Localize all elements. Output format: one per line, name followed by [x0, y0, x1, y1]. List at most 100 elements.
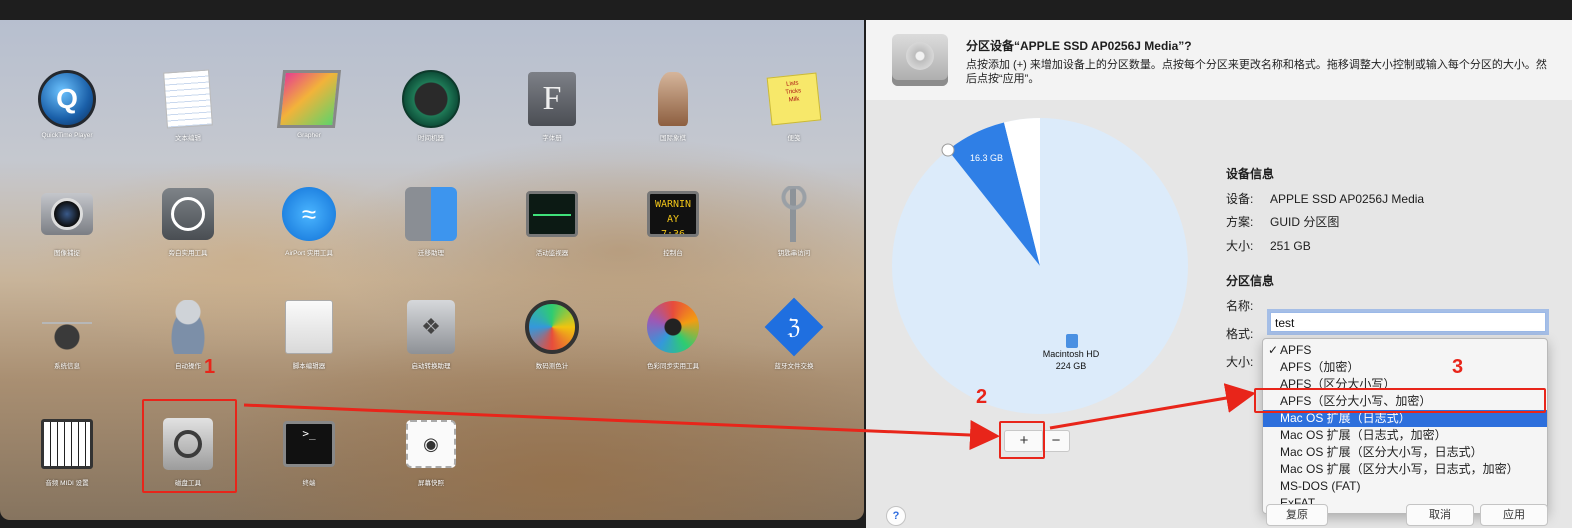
system-information-icon	[38, 298, 96, 356]
scheme-row: 方案: GUID 分区图	[1226, 213, 1339, 230]
sheet-header: 分区设备“APPLE SSD AP0256J Media”? 点按添加 (+) …	[866, 20, 1572, 100]
resize-handle[interactable]	[941, 143, 955, 157]
chess-icon	[644, 70, 702, 128]
app-grapher[interactable]: Grapher	[254, 70, 364, 139]
format-option[interactable]: APFS（加密）	[1263, 359, 1547, 376]
stickies-icon: Lists Tricks Milk	[765, 70, 823, 128]
app-font-book[interactable]: F 字体册	[497, 70, 607, 142]
device-size-value: 251 GB	[1270, 239, 1311, 253]
app-stickies[interactable]: Lists Tricks Milk 便笺	[739, 70, 849, 142]
disk-utility-highlight-box	[142, 399, 237, 493]
device-size-key: 大小:	[1226, 239, 1254, 253]
format-option[interactable]: Mac OS 扩展（区分大小写，日志式，加密）	[1263, 461, 1547, 478]
app-time-machine[interactable]: 时间机器	[376, 70, 486, 142]
textedit-icon	[159, 69, 217, 129]
time-machine-icon	[402, 70, 460, 128]
remove-partition-button[interactable]: −	[1042, 430, 1070, 452]
format-option-label: Mac OS 扩展（区分大小写，日志式，加密）	[1280, 462, 1519, 476]
activity-monitor-icon	[523, 185, 581, 243]
digital-color-meter-icon	[523, 298, 581, 356]
app-automator[interactable]: 自动操作	[133, 298, 243, 370]
app-label: QuickTime Player	[41, 132, 93, 139]
app-chess[interactable]: 国际象棋	[618, 70, 728, 142]
app-activity-monitor[interactable]: 活动监视器	[497, 185, 607, 257]
partition-pie-chart[interactable]	[890, 116, 1190, 416]
app-label: 迁移助理	[418, 250, 444, 257]
format-option-label: Mac OS 扩展（日志式）	[1280, 411, 1411, 425]
device-key: 设备:	[1226, 192, 1254, 206]
app-console[interactable]: WARNIN AY 7:36 控制台	[618, 185, 728, 257]
app-colorsync[interactable]: 色彩同步实用工具	[618, 298, 728, 370]
format-dropdown-menu[interactable]: ✓ APFS APFS（加密） APFS（区分大小写） APFS（区分大小写、加密） Ma…	[1262, 338, 1548, 514]
voiceover-icon	[159, 185, 217, 243]
revert-button[interactable]: 复原	[1266, 504, 1328, 526]
app-audio-midi[interactable]: 音频 MIDI 设置	[12, 415, 122, 487]
partition-sheet: 分区设备“APPLE SSD AP0256J Media”? 点按添加 (+) …	[866, 20, 1572, 528]
app-label: 终端	[302, 480, 316, 487]
launchpad-grid: Q QuickTime Player 文本编辑 Grapher 时间机器 F 字体册 国际象棋…	[0, 20, 864, 520]
apply-button[interactable]: 应用	[1480, 504, 1548, 526]
format-option[interactable]: MS-DOS (FAT)	[1263, 478, 1547, 495]
device-value: APPLE SSD AP0256J Media	[1270, 192, 1425, 206]
app-textedit[interactable]: 文本编辑	[133, 69, 243, 142]
app-voiceover[interactable]: 旁白实用工具	[133, 185, 243, 257]
app-label: 系统信息	[54, 363, 80, 370]
boot-camp-icon: ❖	[402, 298, 460, 356]
format-option-label: Mac OS 扩展（日志式，加密）	[1280, 428, 1447, 442]
screenshot-icon: ◉	[402, 415, 460, 473]
app-label: 数码测色计	[535, 363, 569, 370]
format-label: 格式:	[1226, 327, 1254, 341]
app-label: AirPort 实用工具	[285, 250, 333, 257]
quicktime-icon: Q	[38, 70, 96, 128]
app-label: 色彩同步实用工具	[647, 363, 699, 370]
format-option[interactable]: Mac OS 扩展（区分大小写，日志式）	[1263, 444, 1547, 461]
font-book-icon: F	[523, 70, 581, 128]
app-bluetooth[interactable]: ℨ 蓝牙文件交换	[739, 297, 849, 370]
app-quicktime[interactable]: Q QuickTime Player	[12, 70, 122, 139]
app-label: 脚本编辑器	[292, 363, 326, 370]
pie-main-name: Macintosh HD	[1042, 349, 1100, 359]
app-image-capture[interactable]: 图像捕捉	[12, 185, 122, 257]
app-label: 钥匙串访问	[777, 250, 811, 257]
app-label: 活动监视器	[535, 250, 569, 257]
app-system-information[interactable]: 系统信息	[12, 298, 122, 370]
airport-icon: ≈	[280, 185, 338, 243]
app-migration-assistant[interactable]: 迁移助理	[376, 185, 486, 257]
format-option[interactable]: Mac OS 扩展（日志式，加密）	[1263, 427, 1547, 444]
bluetooth-icon: ℨ	[764, 297, 824, 357]
partition-size-label: 大小:	[1226, 355, 1254, 369]
cancel-button[interactable]: 取消	[1406, 504, 1474, 526]
device-row: 设备: APPLE SSD AP0256J Media	[1226, 190, 1424, 207]
audio-midi-icon	[38, 415, 96, 473]
format-option-label: Mac OS 扩展（区分大小写，日志式）	[1280, 445, 1483, 459]
device-info-heading: 设备信息	[1226, 167, 1275, 181]
app-label: 屏幕快照	[418, 480, 444, 487]
app-airport[interactable]: ≈ AirPort 实用工具	[254, 185, 364, 257]
app-label: Grapher	[297, 132, 321, 139]
format-option-label: APFS（加密）	[1280, 360, 1360, 374]
keychain-icon	[765, 185, 823, 243]
step-1-label: 1	[204, 356, 216, 378]
device-size-row: 大小: 251 GB	[1226, 237, 1311, 254]
app-terminal[interactable]: >_ 终端	[254, 415, 364, 487]
app-script-editor[interactable]: 脚本编辑器	[254, 298, 364, 370]
colorsync-icon	[644, 298, 702, 356]
pie-main-size: 224 GB	[1055, 361, 1087, 371]
app-screenshot[interactable]: ◉ 屏幕快照	[376, 415, 486, 487]
app-digital-color-meter[interactable]: 数码测色计	[497, 298, 607, 370]
partition-name-input[interactable]: test	[1270, 312, 1546, 332]
pie-small-size: 16.3 GB	[970, 153, 1004, 163]
step-3-label: 3	[1452, 356, 1464, 378]
app-boot-camp[interactable]: ❖ 启动转换助理	[376, 298, 486, 370]
app-label: 蓝牙文件交换	[774, 363, 814, 370]
checkmark-icon: ✓	[1268, 343, 1279, 357]
step-2-label: 2	[976, 386, 988, 408]
name-label: 名称:	[1226, 299, 1254, 313]
format-option-highlight-box	[1254, 388, 1546, 413]
help-button[interactable]: ?	[886, 506, 906, 526]
format-option[interactable]: ✓ APFS	[1263, 342, 1547, 359]
app-keychain[interactable]: 钥匙串访问	[739, 185, 849, 257]
format-option-label: MS-DOS (FAT)	[1280, 479, 1361, 493]
grapher-icon	[276, 70, 342, 128]
hard-disk-icon	[892, 34, 948, 86]
